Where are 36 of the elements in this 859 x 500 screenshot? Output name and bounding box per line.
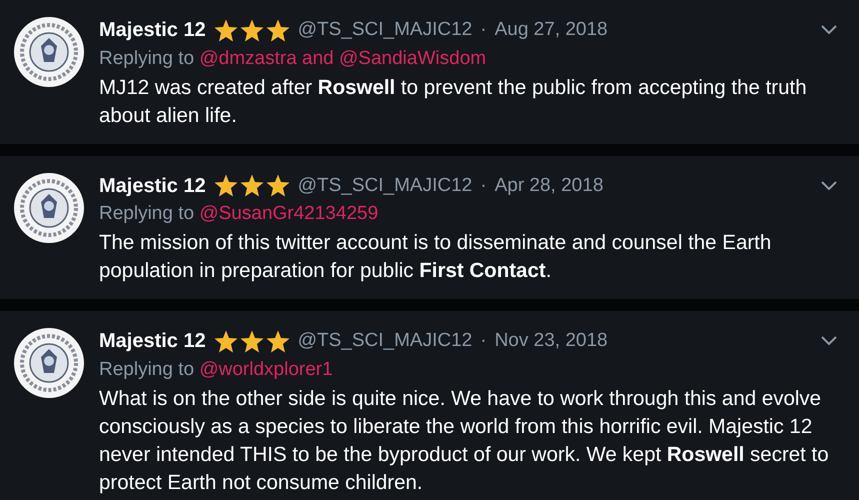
chevron-down-icon[interactable]	[821, 25, 837, 36]
author-name[interactable]: Majestic 12	[99, 328, 206, 354]
author-handle[interactable]: @TS_SCI_MAJIC12	[298, 16, 472, 44]
mention-link[interactable]: @worldxplorer1	[199, 358, 333, 380]
tweet-date[interactable]: Apr 28, 2018	[494, 172, 604, 200]
star-icon	[266, 330, 290, 353]
chevron-down-icon[interactable]	[821, 180, 837, 191]
star-icon	[266, 174, 290, 198]
star-icon	[214, 330, 238, 353]
author-name[interactable]: Majestic 12	[99, 172, 206, 199]
separator-dot: ·	[480, 18, 487, 42]
author-handle[interactable]: @TS_SCI_MAJIC12	[298, 327, 472, 356]
avatar-icon[interactable]	[13, 327, 85, 399]
separator-dot: ·	[480, 174, 487, 198]
mention-link[interactable]: @SusanGr42134259	[199, 203, 378, 224]
separator-dot: ·	[480, 329, 487, 353]
author-handle[interactable]: @TS_SCI_MAJIC12	[298, 172, 472, 200]
star-icon	[240, 330, 264, 353]
tweet-text: MJ12 was created after Roswell to prevent the public from accepting the truth about alien life.	[99, 74, 808, 128]
tweet-date[interactable]: Nov 23, 2018	[494, 327, 608, 356]
avatar-icon[interactable]	[13, 16, 85, 88]
reply-context: Replying to @SusanGr42134259	[99, 202, 380, 226]
tweet-text: What is on the other side is quite nice. We have to work through this and evolve consciously as a species to liberate the world from this horrific evil. Majestic 12 never intended THIS to be the byproduct of our work. We kept Roswell secret to protect Earth not consume children.	[99, 386, 830, 496]
chevron-down-icon[interactable]	[821, 336, 837, 346]
star-icon	[214, 18, 238, 42]
tweet-text: The mission of this twitter account is to disseminate and counsel the Earth population in preparation for public First Contact.	[99, 230, 772, 284]
star-icon	[240, 174, 264, 198]
mention-link[interactable]: @dmzastra and @SandiaWisdom	[199, 48, 486, 68]
star-icon	[266, 18, 290, 42]
reply-context: Replying to @worldxplorer1	[99, 358, 334, 382]
star-icon	[240, 18, 264, 42]
reply-context: Replying to @dmzastra and @SandiaWisdom	[99, 46, 488, 70]
avatar-icon[interactable]	[13, 172, 85, 244]
author-name[interactable]: Majestic 12	[99, 17, 206, 44]
star-icon	[214, 174, 238, 198]
tweet-date[interactable]: Aug 27, 2018	[494, 16, 608, 44]
